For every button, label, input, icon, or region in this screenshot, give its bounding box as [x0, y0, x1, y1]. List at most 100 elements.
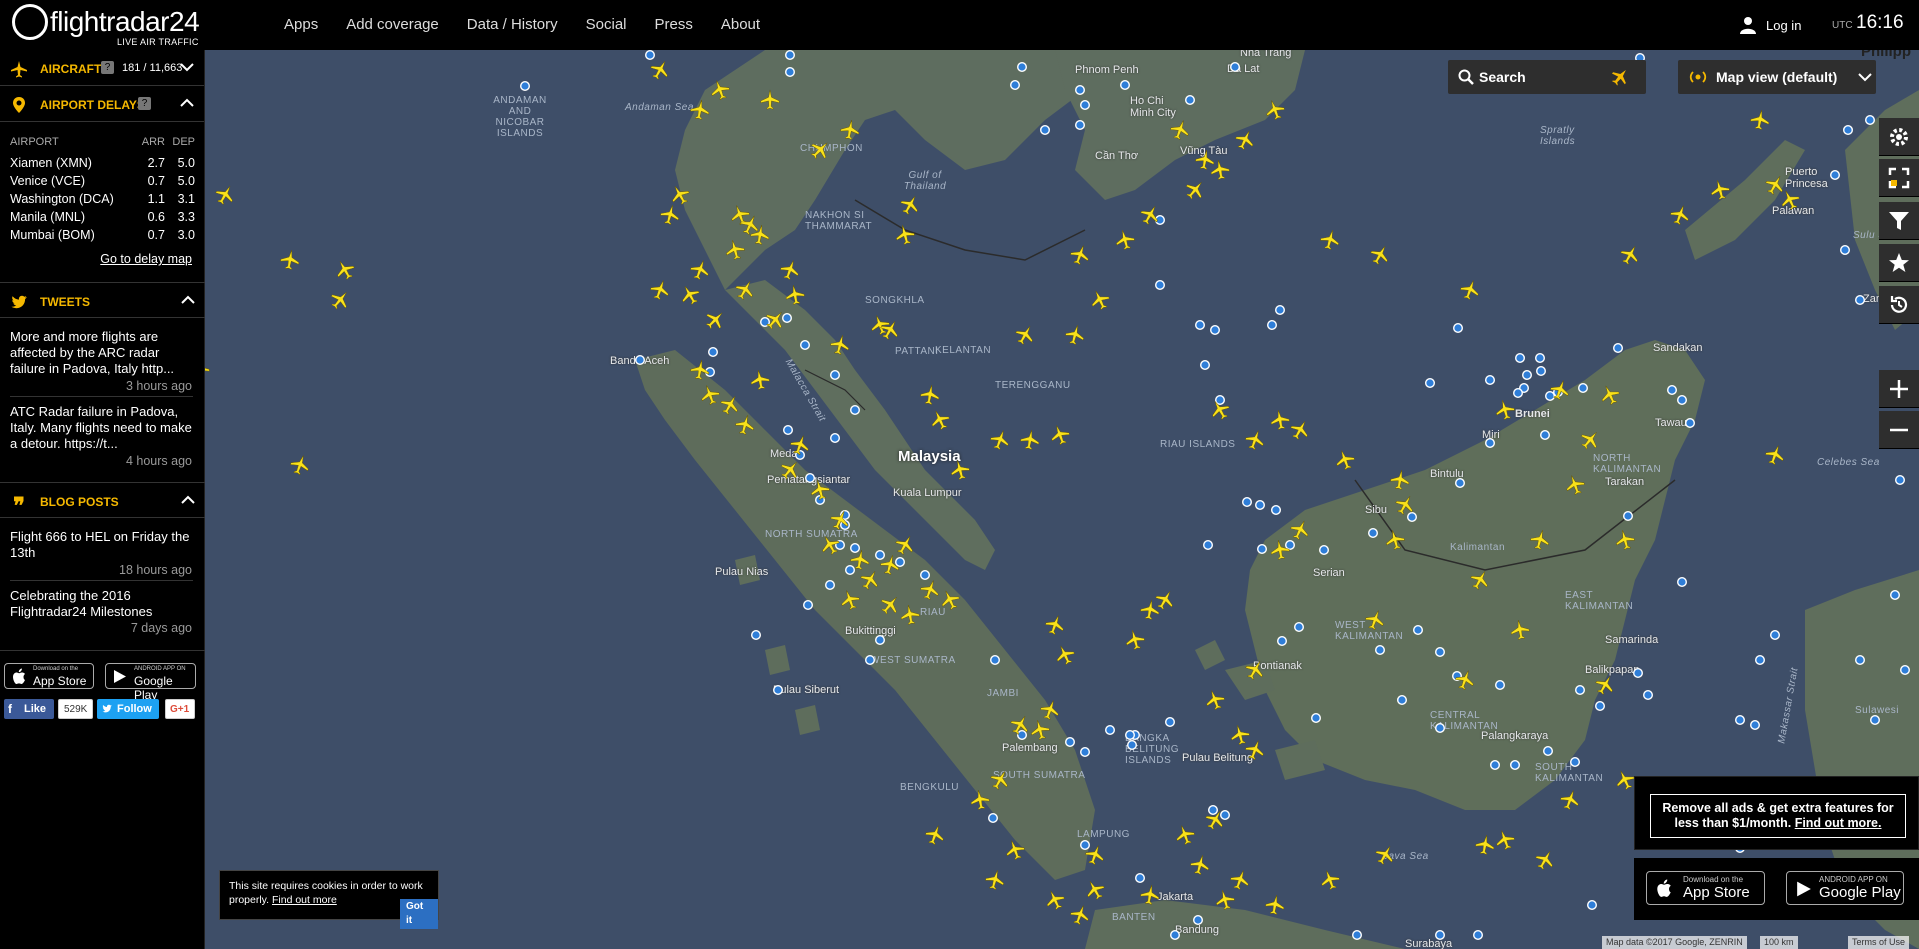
aircraft-marker[interactable]	[1089, 289, 1111, 311]
app-store-button[interactable]: Download on the App Store	[4, 663, 94, 689]
aircraft-marker[interactable]	[779, 259, 801, 281]
airport-pin-icon[interactable]	[1199, 359, 1211, 371]
airport-pin-icon[interactable]	[1829, 169, 1841, 181]
aircraft-marker[interactable]	[1069, 904, 1091, 926]
airport-pin-icon[interactable]	[1074, 119, 1086, 131]
airport-pin-icon[interactable]	[1202, 539, 1214, 551]
cookie-accept-button[interactable]: Got it	[400, 899, 438, 929]
airport-pin-icon[interactable]	[1666, 384, 1678, 396]
airport-pin-icon[interactable]	[1274, 304, 1286, 316]
aircraft-marker[interactable]	[699, 384, 721, 406]
airport-pin-icon[interactable]	[1412, 624, 1424, 636]
aircraft-marker[interactable]	[1579, 429, 1601, 451]
aircraft-marker[interactable]	[749, 369, 771, 391]
aircraft-marker[interactable]	[1069, 244, 1091, 266]
airport-pin-icon[interactable]	[1434, 929, 1446, 941]
aircraft-marker[interactable]	[924, 824, 946, 846]
tweet-item[interactable]: More and more flights are affected by th…	[10, 329, 193, 377]
aircraft-marker[interactable]	[829, 509, 851, 531]
airport-pin-icon[interactable]	[1594, 700, 1606, 712]
aircraft-marker[interactable]	[1594, 674, 1616, 696]
aircraft-marker[interactable]	[704, 309, 726, 331]
blog-item[interactable]: Celebrating the 2016 Flightradar24 Miles…	[10, 588, 193, 620]
aircraft-marker[interactable]	[329, 289, 351, 311]
airport-pin-icon[interactable]	[1452, 322, 1464, 334]
aircraft-marker[interactable]	[1204, 809, 1226, 831]
aircraft-marker[interactable]	[1319, 229, 1341, 251]
aircraft-marker[interactable]	[984, 869, 1006, 891]
airport-pin-icon[interactable]	[1512, 387, 1524, 399]
aircraft-marker[interactable]	[1084, 879, 1106, 901]
airport-pin-icon[interactable]	[1574, 684, 1586, 696]
nav-social[interactable]: Social	[572, 0, 641, 50]
aircraft-marker[interactable]	[1369, 244, 1391, 266]
cookie-link[interactable]: Find out more	[272, 894, 337, 906]
nav-add-coverage[interactable]: Add coverage	[332, 0, 453, 50]
aircraft-marker[interactable]	[1289, 519, 1311, 541]
aircraft-marker[interactable]	[1209, 399, 1231, 421]
aircraft-marker[interactable]	[1229, 869, 1251, 891]
aircraft-marker[interactable]	[1264, 894, 1286, 916]
airport-pin-icon[interactable]	[1064, 736, 1076, 748]
airport-pin-icon[interactable]	[1534, 352, 1546, 364]
aircraft-marker[interactable]	[779, 459, 801, 481]
aircraft-marker[interactable]	[1384, 529, 1406, 551]
airport-pin-icon[interactable]	[849, 404, 861, 416]
aircraft-marker[interactable]	[709, 79, 731, 101]
airport-pin-icon[interactable]	[1889, 589, 1901, 601]
airport-pin-icon[interactable]	[1894, 474, 1906, 486]
aircraft-marker[interactable]	[1174, 824, 1196, 846]
airport-pin-icon[interactable]	[1864, 114, 1876, 126]
aircraft-marker[interactable]	[819, 534, 841, 556]
airport-pin-icon[interactable]	[1489, 759, 1501, 771]
aircraft-marker[interactable]	[689, 359, 711, 381]
aircraft-marker[interactable]	[1169, 119, 1191, 141]
aircraft-marker[interactable]	[1529, 529, 1551, 551]
aircraft-marker[interactable]	[1614, 529, 1636, 551]
aircraft-marker[interactable]	[1319, 869, 1341, 891]
airport-pin-icon[interactable]	[772, 684, 784, 696]
aircraft-marker[interactable]	[1564, 474, 1586, 496]
aircraft-marker[interactable]	[1049, 424, 1071, 446]
aircraft-marker[interactable]	[1054, 644, 1076, 666]
chevron-up-icon[interactable]	[181, 294, 195, 306]
chevron-up-icon[interactable]	[181, 494, 195, 506]
aircraft-marker[interactable]	[899, 194, 921, 216]
aircraft-marker[interactable]	[734, 279, 756, 301]
airport-pin-icon[interactable]	[1434, 646, 1446, 658]
airport-pin-icon[interactable]	[1854, 654, 1866, 666]
airport-pin-icon[interactable]	[1769, 629, 1781, 641]
airport-pin-icon[interactable]	[1542, 745, 1554, 757]
aircraft-marker[interactable]	[1139, 204, 1161, 226]
airport-pin-icon[interactable]	[1434, 722, 1446, 734]
aircraft-marker[interactable]	[1244, 659, 1266, 681]
airport-pin-icon[interactable]	[1854, 294, 1866, 306]
aircraft-marker[interactable]	[1214, 889, 1236, 911]
airport-pin-icon[interactable]	[1124, 729, 1136, 741]
airport-pin-icon[interactable]	[1454, 477, 1466, 489]
aircraft-marker[interactable]	[649, 279, 671, 301]
aircraft-marker[interactable]	[1229, 724, 1251, 746]
airport-pin-icon[interactable]	[1539, 429, 1551, 441]
airport-pin-icon[interactable]	[1293, 621, 1305, 633]
aircraft-marker[interactable]	[859, 569, 881, 591]
airport-pin-icon[interactable]	[1119, 79, 1131, 91]
airport-pin-icon[interactable]	[1842, 124, 1854, 136]
aircraft-marker[interactable]	[1139, 599, 1161, 621]
aircraft-marker[interactable]	[1334, 449, 1356, 471]
aircraft-marker[interactable]	[1614, 769, 1636, 791]
airport-pin-icon[interactable]	[1254, 499, 1266, 511]
airport-pin-icon[interactable]	[1734, 714, 1746, 726]
airport-pin-icon[interactable]	[1869, 714, 1881, 726]
delays-help-icon[interactable]: ?	[138, 97, 151, 110]
nav-apps[interactable]: Apps	[270, 0, 332, 50]
airport-pin-icon[interactable]	[1016, 61, 1028, 73]
airport-pin-icon[interactable]	[1184, 94, 1196, 106]
aircraft-marker[interactable]	[734, 414, 756, 436]
aircraft-marker[interactable]	[214, 184, 236, 206]
aircraft-marker[interactable]	[784, 284, 806, 306]
delays-section-header[interactable]: AIRPORT DELAYS ?	[0, 86, 204, 122]
airport-pin-icon[interactable]	[1484, 374, 1496, 386]
google-plus-button[interactable]: G+1	[165, 699, 195, 719]
nav-data-history[interactable]: Data / History	[453, 0, 572, 50]
